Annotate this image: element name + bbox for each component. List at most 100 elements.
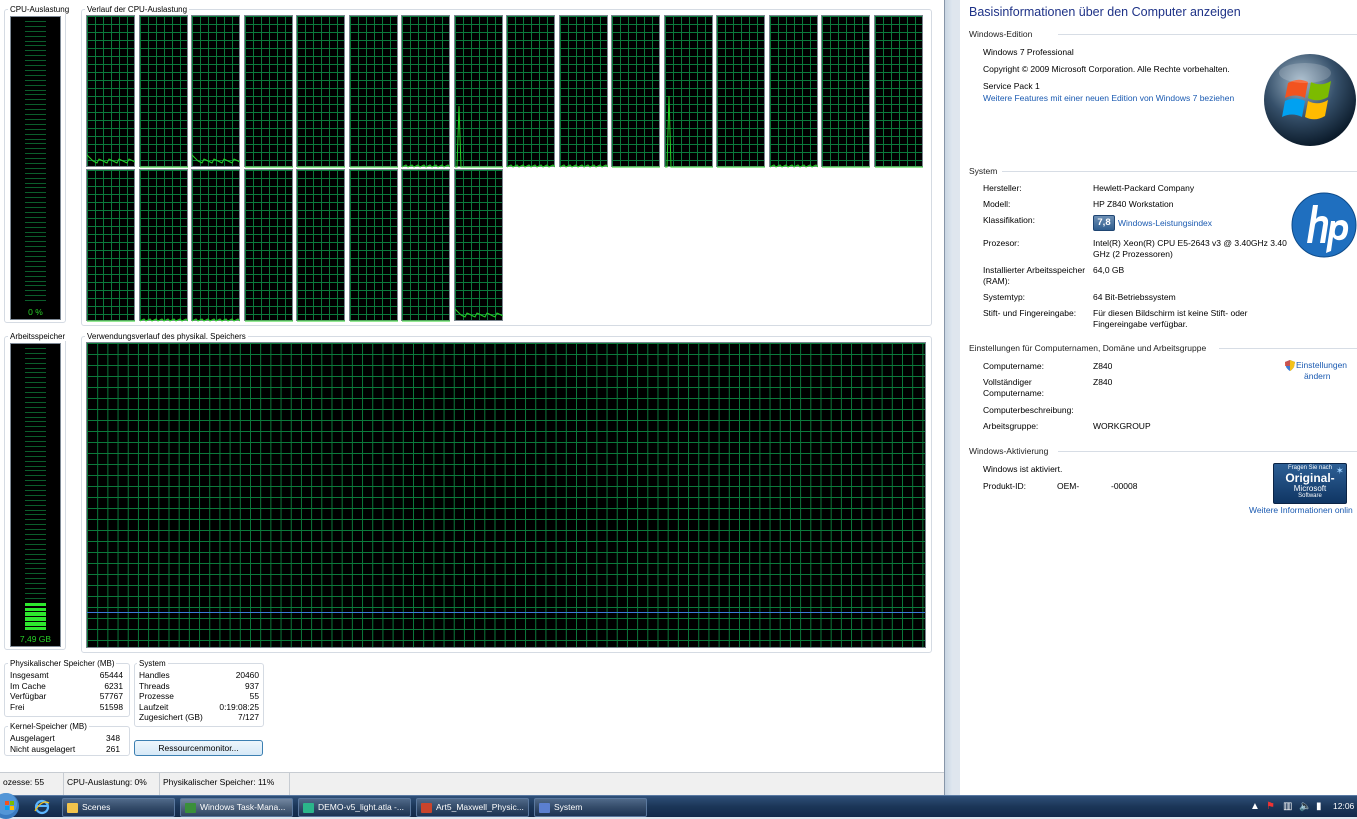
cpu-core-usage-line <box>87 320 135 322</box>
start-button[interactable] <box>0 793 24 819</box>
cpu-core-graph <box>296 169 345 322</box>
cpu-meter-segment <box>25 89 46 93</box>
kernel-memory-row: Ausgelagert 348 <box>10 733 120 744</box>
resource-monitor-button[interactable]: Ressourcenmonitor... <box>134 740 263 756</box>
system-stat-row: Prozesse 55 <box>139 691 259 702</box>
taskbar-button[interactable]: System <box>534 798 647 817</box>
cpu-core-usage-line <box>822 166 870 168</box>
physical-memory-row: Verfügbar 57767 <box>10 691 123 702</box>
taskbar-button[interactable]: Scenes <box>62 798 175 817</box>
change-settings-link[interactable]: Einstellungen ändern <box>1285 360 1357 382</box>
cpu-meter-segment <box>25 114 46 117</box>
cpu-meter-segment <box>25 260 46 264</box>
taskbar-button[interactable]: Art5_Maxwell_Physic... <box>416 798 529 817</box>
cpu-core-usage-line <box>297 320 345 322</box>
memory-meter-segment <box>25 441 46 444</box>
physical-memory-value: 6231 <box>104 680 123 691</box>
memory-meter-segment <box>25 607 46 611</box>
rating-score-badge[interactable]: 7,8 <box>1093 215 1115 231</box>
system-stat-value: 55 <box>249 691 259 702</box>
cpu-meter-segment <box>25 104 46 107</box>
cpu-meter-segment <box>25 275 46 279</box>
cpu-meter-segment <box>25 192 46 195</box>
taskbar-button[interactable]: Windows Task-Mana... <box>180 798 293 817</box>
cpu-core-usage-line <box>402 164 450 168</box>
product-id-part1: OEM- <box>1057 481 1080 491</box>
cpu-core-graph <box>663 15 713 168</box>
cpu-core-graph <box>296 15 345 168</box>
kernel-memory-label: Nicht ausgelagert <box>10 743 76 754</box>
kernel-memory-label: Ausgelagert <box>10 733 55 743</box>
power-icon[interactable]: ▮ <box>1316 801 1322 812</box>
cpu-core-usage-line <box>664 95 713 168</box>
cpu-core-usage-line <box>349 320 398 322</box>
memory-meter-segment <box>25 538 46 542</box>
cpu-meter-segment <box>25 128 46 132</box>
cpu-meter-segment <box>25 202 46 205</box>
genuine-microsoft-badge[interactable]: Fragen Sie nach Original- Microsoft Soft… <box>1273 463 1347 504</box>
cpu-meter-segment <box>25 207 46 210</box>
memory-meter-segment <box>25 597 46 601</box>
volume-icon[interactable]: 🔈 <box>1299 801 1311 812</box>
memory-meter-segment <box>25 514 46 517</box>
performance-index-link[interactable]: Windows-Leistungsindex <box>1118 218 1212 229</box>
memory-meter-segment <box>25 622 46 626</box>
cpu-meter-segment <box>25 40 46 44</box>
app-icon <box>185 803 196 813</box>
memory-meter-segment <box>25 490 46 493</box>
memory-meter-segment <box>25 563 46 566</box>
processor-value-line2: GHz (2 Prozessoren) <box>1093 249 1173 259</box>
app-icon <box>539 803 550 813</box>
show-hidden-icons[interactable]: ▲ <box>1250 801 1260 812</box>
cpu-history-label: Verlauf der CPU-Auslastung <box>85 5 190 14</box>
processor-label: Prozesor: <box>983 238 1020 248</box>
taskbar-button-label: System <box>554 802 583 812</box>
physical-memory-row: Insgesamt 65444 <box>10 670 123 681</box>
more-info-link[interactable]: Weitere Informationen onlin <box>1249 505 1353 515</box>
physical-memory-label: Insgesamt <box>10 670 49 680</box>
system-stat-label: Zugesichert (GB) <box>139 712 203 723</box>
app-icon <box>303 803 314 813</box>
cpu-core-graph <box>401 15 450 168</box>
star-icon: ✶ <box>1335 466 1344 477</box>
clock[interactable]: 12:06 <box>1333 801 1354 811</box>
task-manager-window: CPU-Auslastung 0 % Verlauf der CPU-Ausla… <box>0 0 952 795</box>
model-label: Modell: <box>983 199 1011 209</box>
pen-input-label: Stift- und Fingereingabe: <box>983 308 1077 318</box>
memory-meter-segment <box>25 529 46 532</box>
more-features-link[interactable]: Weitere Features mit einer neuen Edition… <box>983 93 1234 104</box>
physical-memory-value: 51598 <box>99 701 123 712</box>
system-control-panel: Basisinformationen über den Computer anz… <box>960 0 1357 795</box>
badge-line4: Software <box>1298 493 1322 499</box>
divider <box>1219 348 1357 349</box>
cpu-meter-segment <box>25 35 46 39</box>
action-center-icon[interactable]: ⚑ <box>1266 801 1275 812</box>
memory-meter-segment <box>25 558 46 562</box>
cpu-core-usage-line <box>559 164 608 168</box>
network-icon[interactable]: ▥ <box>1283 801 1292 812</box>
full-name-label-line1: Vollständiger <box>983 377 1032 387</box>
computer-name-value: Z840 <box>1093 361 1113 371</box>
window-border[interactable] <box>944 0 952 795</box>
manufacturer-label: Hersteller: <box>983 183 1022 193</box>
cpu-meter-segment <box>25 246 46 249</box>
physical-memory-title: Physikalischer Speicher (MB) <box>8 659 117 668</box>
memory-meter-segment <box>25 475 46 478</box>
badge-line3: Microsoft <box>1293 484 1327 493</box>
system-stat-row: Handles 20460 <box>139 670 259 681</box>
taskbar-button[interactable]: DEMO-v5_light.atla -... <box>298 798 411 817</box>
cpu-meter-segment <box>25 65 46 68</box>
cpu-meter-segment <box>25 94 46 97</box>
memory-meter-segment <box>25 592 46 596</box>
internet-explorer-icon[interactable] <box>34 799 50 815</box>
memory-meter-segment <box>25 568 46 571</box>
cpu-meter-segment <box>25 118 46 122</box>
physical-memory-value: 65444 <box>99 670 123 680</box>
edition-name: Windows 7 Professional <box>983 47 1074 57</box>
memory-meter-segment <box>25 377 46 380</box>
system-stat-label: Laufzeit <box>139 701 169 712</box>
cpu-core-graph <box>191 15 240 167</box>
cpu-meter-segment <box>25 182 46 186</box>
cpu-core-usage-line <box>297 166 345 168</box>
memory-meter-segment <box>25 436 46 439</box>
